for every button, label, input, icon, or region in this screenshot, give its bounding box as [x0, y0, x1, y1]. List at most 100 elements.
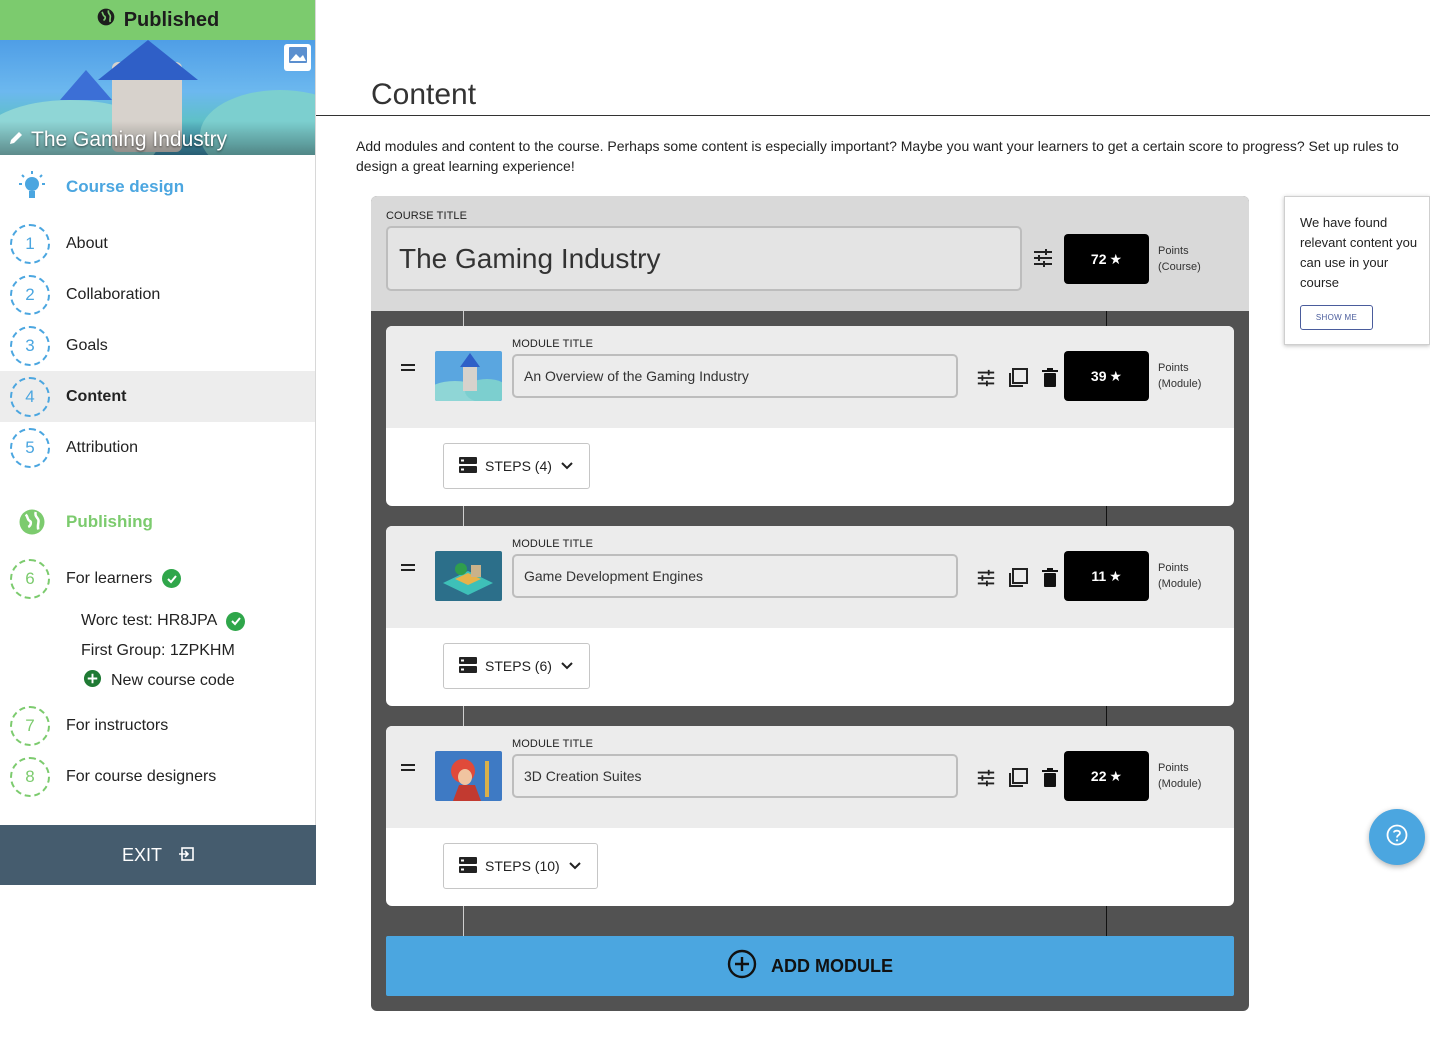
- nav-item-content[interactable]: 4 Content: [0, 371, 315, 422]
- tune-icon[interactable]: [974, 766, 997, 789]
- step-number: 7: [10, 705, 50, 746]
- course-banner-image: The Gaming Industry: [0, 40, 315, 155]
- nav-label: About: [66, 234, 108, 252]
- drag-handle-icon[interactable]: [401, 564, 415, 574]
- learner-code-label[interactable]: Worc test: HR8JPA: [81, 612, 217, 630]
- nav-label: For instructors: [66, 716, 169, 734]
- add-module-label: ADD MODULE: [771, 955, 893, 976]
- star-icon: ★: [1109, 367, 1123, 384]
- points-scope: (Module): [1158, 378, 1202, 390]
- pencil-icon[interactable]: [8, 130, 24, 151]
- points-value: 22: [1090, 768, 1107, 784]
- module-card: MODULE TITLE An Overview of the Gaming I…: [386, 326, 1234, 506]
- change-image-button[interactable]: [284, 44, 311, 71]
- nav-label: For learners: [66, 569, 153, 587]
- steps-dropdown[interactable]: STEPS (6): [443, 643, 590, 689]
- exit-icon: [178, 845, 194, 866]
- content-suggestion-card: We have found relevant content you can u…: [1284, 196, 1430, 345]
- tune-icon[interactable]: [974, 566, 997, 589]
- nav-item-goals[interactable]: 3 Goals: [0, 320, 315, 371]
- nav-item-collaboration[interactable]: 2 Collaboration: [0, 269, 315, 320]
- nav-item-for-course-designers[interactable]: 8 For course designers: [0, 751, 315, 802]
- check-icon: [162, 569, 182, 588]
- steps-dropdown[interactable]: STEPS (10): [443, 843, 598, 889]
- module-header: MODULE TITLE An Overview of the Gaming I…: [386, 326, 1234, 428]
- steps-label: STEPS (4): [485, 458, 552, 474]
- add-circle-icon: [83, 669, 102, 693]
- nav-label: For course designers: [66, 767, 217, 785]
- points-label: Points: [1158, 362, 1189, 374]
- step-number: 2: [10, 274, 50, 315]
- module-actions: [974, 366, 1061, 389]
- points-scope: (Course): [1158, 261, 1201, 273]
- step-number: 6: [10, 558, 50, 599]
- copy-icon[interactable]: [1006, 366, 1029, 389]
- module-points-badge[interactable]: 22 ★: [1064, 751, 1149, 801]
- add-module-button[interactable]: ADD MODULE: [386, 936, 1234, 996]
- nav-item-attribution[interactable]: 5 Attribution: [0, 422, 315, 473]
- learner-code-label[interactable]: First Group: 1ZPKHM: [81, 642, 235, 660]
- points-value: 11: [1091, 568, 1107, 584]
- step-number: 4: [10, 376, 50, 417]
- steps-label: STEPS (6): [485, 658, 552, 674]
- nav-label: Attribution: [66, 438, 139, 456]
- exit-button[interactable]: EXIT: [0, 825, 316, 885]
- steps-dropdown[interactable]: STEPS (4): [443, 443, 590, 489]
- course-title-input[interactable]: The Gaming Industry: [386, 226, 1022, 291]
- banner-course-title[interactable]: The Gaming Industry: [31, 128, 227, 152]
- help-button[interactable]: [1369, 809, 1425, 865]
- storage-icon: [459, 656, 477, 676]
- nav-item-about[interactable]: 1 About: [0, 218, 315, 269]
- module-header: MODULE TITLE Game Development Engines 11…: [386, 526, 1234, 628]
- show-me-button[interactable]: SHOW ME: [1300, 305, 1373, 330]
- module-title-input[interactable]: Game Development Engines: [512, 554, 958, 598]
- copy-icon[interactable]: [1006, 766, 1029, 789]
- course-title-label: COURSE TITLE: [386, 210, 468, 222]
- learner-code-item[interactable]: First Group: 1ZPKHM: [0, 636, 315, 666]
- module-actions: [974, 766, 1061, 789]
- new-course-code-button[interactable]: New course code: [0, 666, 315, 696]
- trash-icon[interactable]: [1038, 566, 1061, 589]
- module-thumbnail[interactable]: [435, 551, 502, 601]
- nav-item-for-instructors[interactable]: 7 For instructors: [0, 700, 315, 751]
- storage-icon: [459, 456, 477, 476]
- publishing-section: Publishing: [0, 491, 315, 553]
- banner-title-row[interactable]: The Gaming Industry: [8, 128, 227, 152]
- drag-handle-icon[interactable]: [401, 764, 415, 774]
- learner-code-item[interactable]: Worc test: HR8JPA: [0, 606, 315, 636]
- star-icon: ★: [1109, 250, 1123, 267]
- step-number: 3: [10, 325, 50, 366]
- copy-icon[interactable]: [1006, 566, 1029, 589]
- step-number: 5: [10, 427, 50, 468]
- chevron-down-icon: [560, 458, 574, 474]
- page-title: Content: [371, 78, 477, 111]
- points-value: 72: [1090, 251, 1107, 267]
- storage-icon: [459, 856, 477, 876]
- module-card: MODULE TITLE Game Development Engines 11…: [386, 526, 1234, 706]
- module-thumbnail[interactable]: [435, 751, 502, 801]
- tune-icon[interactable]: [974, 366, 997, 389]
- module-points-badge[interactable]: 39 ★: [1064, 351, 1149, 401]
- course-points-badge[interactable]: 72 ★: [1064, 234, 1149, 284]
- course-design-label: Course design: [66, 177, 185, 196]
- tune-icon[interactable]: [1032, 247, 1056, 271]
- points-scope: (Module): [1158, 778, 1202, 790]
- intro-text: Add modules and content to the course. P…: [356, 138, 1399, 174]
- module-title-input[interactable]: 3D Creation Suites: [512, 754, 958, 798]
- nav-item-for-learners[interactable]: 6 For learners: [0, 553, 315, 604]
- module-card: MODULE TITLE 3D Creation Suites 22 ★ Poi…: [386, 726, 1234, 906]
- module-thumbnail[interactable]: [435, 351, 502, 401]
- check-icon: [226, 611, 246, 631]
- trash-icon[interactable]: [1038, 766, 1061, 789]
- image-icon: [288, 46, 308, 69]
- drag-handle-icon[interactable]: [401, 364, 415, 374]
- module-points-badge[interactable]: 11 ★: [1064, 551, 1149, 601]
- globe-icon: [96, 7, 116, 33]
- module-title-input[interactable]: An Overview of the Gaming Industry: [512, 354, 958, 398]
- published-status-bar: Published: [0, 0, 315, 40]
- points-scope: (Module): [1158, 578, 1202, 590]
- trash-icon[interactable]: [1038, 366, 1061, 389]
- points-caption: Points (Module): [1158, 360, 1201, 392]
- exit-label: EXIT: [121, 844, 162, 865]
- points-label: Points: [1158, 762, 1189, 774]
